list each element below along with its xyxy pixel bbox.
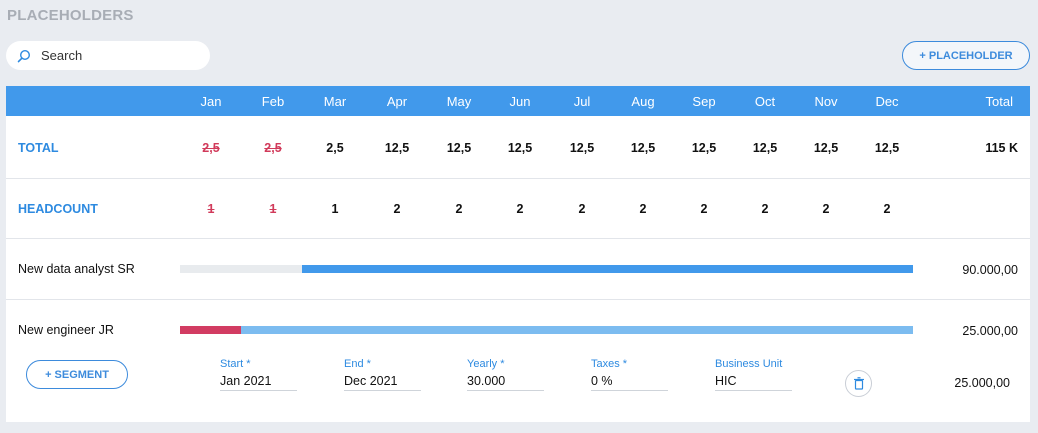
segment-taxes-input[interactable] bbox=[591, 374, 668, 391]
total-month-value: 12,5 bbox=[569, 141, 595, 155]
column-header-month: Jun bbox=[509, 94, 531, 109]
search-icon bbox=[17, 49, 31, 63]
column-header-month: Aug bbox=[631, 94, 655, 109]
total-month-value: 12,5 bbox=[384, 141, 410, 155]
segment-end-input[interactable] bbox=[344, 374, 421, 391]
column-header-month: Oct bbox=[754, 94, 776, 109]
headcount-month-value: 2 bbox=[883, 202, 891, 216]
table-header: Total Jan Feb Mar Apr May Jun Jul Aug Sep Oct Nov D… bbox=[6, 86, 1030, 116]
headcount-month-value: 2 bbox=[455, 202, 463, 216]
placeholders-table: Total Jan Feb Mar Apr May Jun Jul Aug Sep Oct Nov D… bbox=[6, 86, 1030, 422]
placeholder-name: New engineer JR bbox=[18, 323, 114, 337]
column-header-month: Apr bbox=[386, 94, 408, 109]
total-month-value: 12,5 bbox=[446, 141, 472, 155]
headcount-row: HEADCOUNT 1 1 1 2 2 2 2 2 2 2 2 2 bbox=[6, 179, 1030, 239]
segment-end-field[interactable]: End * bbox=[344, 358, 421, 391]
segment-yearly-field[interactable]: Yearly * bbox=[467, 358, 544, 391]
placeholder-name: New data analyst SR bbox=[18, 262, 135, 276]
column-header-month: Mar bbox=[323, 94, 347, 109]
headcount-month-value: 1 bbox=[207, 202, 215, 216]
segment-taxes-label: Taxes * bbox=[591, 358, 628, 370]
column-header-month: Nov bbox=[814, 94, 838, 109]
headcount-month-value: 2 bbox=[761, 202, 769, 216]
headcount-month-value: 2 bbox=[393, 202, 401, 216]
headcount-month-value: 2 bbox=[578, 202, 586, 216]
add-segment-button[interactable]: + SEGMENT bbox=[26, 360, 128, 389]
total-month-value: 12,5 bbox=[507, 141, 533, 155]
total-month-value: 12,5 bbox=[630, 141, 656, 155]
segment-business-unit-input[interactable] bbox=[715, 374, 792, 391]
trash-icon bbox=[853, 377, 865, 390]
segment-business-unit-field[interactable]: Business Unit bbox=[715, 358, 792, 391]
placeholder-total: 25.000,00 bbox=[962, 324, 1018, 338]
total-month-value: 12,5 bbox=[752, 141, 778, 155]
headcount-month-value: 2 bbox=[516, 202, 524, 216]
page-title: PLACEHOLDERS bbox=[7, 7, 134, 24]
total-month-value: 12,5 bbox=[813, 141, 839, 155]
search-box[interactable] bbox=[6, 41, 210, 70]
column-header-month: Jul bbox=[573, 94, 591, 109]
total-month-value: 12,5 bbox=[874, 141, 900, 155]
total-row-total: 115 K bbox=[985, 141, 1018, 155]
column-header-total: Total bbox=[985, 94, 1013, 109]
segment-total: 25.000,00 bbox=[954, 376, 1010, 390]
headcount-month-value: 2 bbox=[700, 202, 708, 216]
headcount-month-value: 2 bbox=[822, 202, 830, 216]
total-month-value: 12,5 bbox=[691, 141, 717, 155]
delete-segment-button[interactable] bbox=[845, 370, 872, 397]
total-month-value: 2,5 bbox=[202, 141, 220, 155]
column-header-month: May bbox=[446, 94, 472, 109]
total-row: TOTAL 115 K 2,5 2,5 2,5 12,5 12,5 12,5 12,5 12,… bbox=[6, 116, 1030, 179]
segment-yearly-label: Yearly * bbox=[467, 358, 505, 370]
headcount-row-label: HEADCOUNT bbox=[18, 202, 98, 216]
segment-yearly-input[interactable] bbox=[467, 374, 544, 391]
timeline-bar-segment[interactable] bbox=[302, 265, 914, 273]
total-month-value: 2,5 bbox=[326, 141, 344, 155]
total-row-label: TOTAL bbox=[18, 141, 59, 155]
placeholder-total: 90.000,00 bbox=[962, 263, 1018, 277]
headcount-month-value: 2 bbox=[639, 202, 647, 216]
timeline-bar-segment[interactable] bbox=[241, 326, 914, 334]
segment-start-field[interactable]: Start * bbox=[220, 358, 297, 391]
segment-start-label: Start * bbox=[220, 358, 251, 370]
headcount-month-value: 1 bbox=[269, 202, 277, 216]
segment-start-input[interactable] bbox=[220, 374, 297, 391]
segment-end-label: End * bbox=[344, 358, 371, 370]
column-header-month: Sep bbox=[692, 94, 716, 109]
total-month-value: 2,5 bbox=[264, 141, 282, 155]
segment-taxes-field[interactable]: Taxes * bbox=[591, 358, 668, 391]
search-input[interactable] bbox=[41, 48, 201, 63]
column-header-month: Dec bbox=[875, 94, 899, 109]
headcount-month-value: 1 bbox=[331, 202, 339, 216]
add-placeholder-button[interactable]: + PLACEHOLDER bbox=[902, 41, 1030, 70]
segment-business-unit-label: Business Unit bbox=[715, 358, 783, 370]
column-header-month: Feb bbox=[261, 94, 285, 109]
placeholder-row[interactable]: New data analyst SR 90.000,00 bbox=[6, 239, 1030, 300]
column-header-month: Jan bbox=[200, 94, 222, 109]
